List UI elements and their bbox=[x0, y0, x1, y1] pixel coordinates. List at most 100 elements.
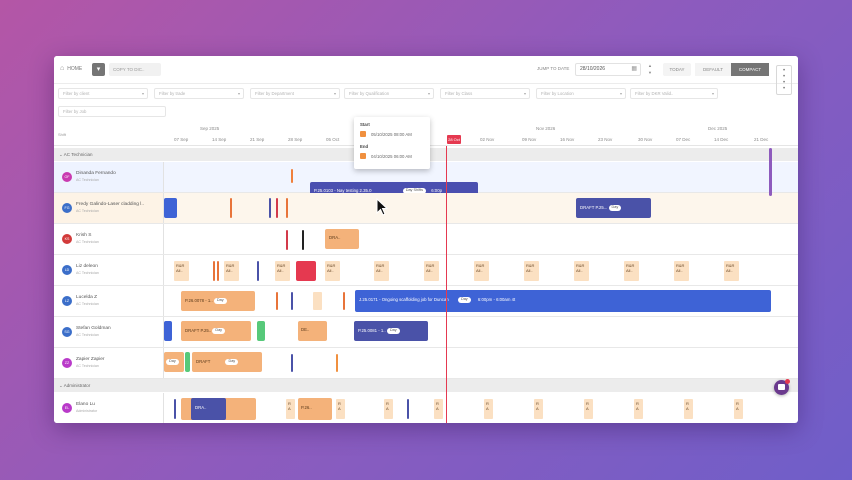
rr-chip[interactable]: R A bbox=[534, 399, 543, 419]
shift-tooltip: Start 05/10/2025 08:00 AM End 04/10/2025… bbox=[354, 117, 430, 169]
chevron-down-icon: ▾ bbox=[523, 91, 526, 96]
rr-chip[interactable]: R A bbox=[384, 399, 393, 419]
person-cell[interactable]: SG Stefan Goldman AC Technician bbox=[54, 317, 164, 347]
filter-dkr[interactable]: Filter by DKR Valid.. ▾ bbox=[630, 88, 718, 99]
group-header-admin[interactable]: ⌄ Administrator bbox=[54, 379, 798, 392]
rr-chip[interactable]: R&R All.. bbox=[224, 261, 239, 281]
draft-shift-bar[interactable]: DRAFT Day bbox=[192, 352, 262, 372]
chat-icon[interactable] bbox=[774, 379, 790, 395]
app-window: ⌂ HOME ▾ COPY TO DIC.. JUMP TO DATE 28/10… bbox=[54, 56, 798, 423]
mouse-cursor-icon bbox=[376, 198, 388, 216]
top-toolbar: ⌂ HOME ▾ COPY TO DIC.. JUMP TO DATE 28/10… bbox=[54, 56, 798, 95]
filter-department[interactable]: Filter by Department ▾ bbox=[250, 88, 340, 99]
filter-class[interactable]: Filter by Class ▾ bbox=[440, 88, 530, 99]
avatar: FG bbox=[62, 203, 72, 213]
copy-button[interactable]: COPY TO DIC.. bbox=[109, 63, 161, 76]
filter-location[interactable]: Filter by Location ▾ bbox=[536, 88, 626, 99]
rr-chip[interactable]: R&R All.. bbox=[374, 261, 389, 281]
shift-bar[interactable] bbox=[185, 352, 190, 372]
rr-chip[interactable]: R A bbox=[484, 399, 493, 419]
chevron-down-icon: ▾ bbox=[427, 91, 430, 96]
person-role: AC Technician bbox=[76, 240, 99, 244]
vertical-scrollbar[interactable] bbox=[769, 148, 772, 196]
draft-shift-bar[interactable]: DRA.. bbox=[191, 398, 226, 420]
conflict-block[interactable] bbox=[296, 261, 316, 281]
shift-marker bbox=[230, 198, 232, 218]
rr-chip[interactable]: R&R All.. bbox=[724, 261, 739, 281]
person-cell[interactable]: ZZ Zapier Zapier AC Technician bbox=[54, 348, 164, 378]
home-label: HOME bbox=[67, 65, 83, 72]
shift-bar[interactable] bbox=[257, 321, 265, 341]
person-cell[interactable]: LD Liz deleon AC Technician bbox=[54, 255, 164, 285]
avatar: EL bbox=[62, 403, 72, 413]
draft-shift-bar[interactable]: DRAFT P.25... Day bbox=[576, 198, 651, 218]
rr-chip[interactable]: R&R All.. bbox=[325, 261, 340, 281]
rr-chip[interactable]: R&R All.. bbox=[474, 261, 489, 281]
rr-chip[interactable]: R&R All.. bbox=[174, 261, 189, 281]
person-name: Dinanda Fernando bbox=[76, 171, 116, 176]
draft-shift-bar[interactable]: DRAFT P.25.. Day bbox=[181, 321, 251, 341]
person-cell[interactable]: OF Dinanda Fernando AC Technician bbox=[54, 162, 164, 192]
filter-icon: ▾ bbox=[96, 66, 101, 73]
shift-bar[interactable]: J.25.0171 - Ongoing scaffolding job for … bbox=[355, 290, 771, 312]
schedule-row: LD Liz deleon AC Technician R&R All.. R&… bbox=[54, 255, 798, 286]
day-label: 16 Nov bbox=[560, 137, 575, 142]
person-cell[interactable]: EL Elano Lu Administrator bbox=[54, 393, 164, 423]
person-name: Liz deleon bbox=[76, 264, 98, 269]
day-label: 23 Nov bbox=[598, 137, 613, 142]
shift-bar[interactable]: P.26.0078 - 1.. Day bbox=[181, 291, 255, 311]
shift-marker bbox=[286, 230, 288, 250]
person-cell[interactable]: FG Fredy Galindo-Laser cladding l.. AC T… bbox=[54, 193, 164, 223]
person-cell[interactable]: LZ Lucelda Z AC Technician bbox=[54, 286, 164, 316]
jump-date-value: 28/10/2026 bbox=[580, 66, 606, 72]
start-value: 05/10/2025 08:00 AM bbox=[371, 132, 412, 137]
shift-marker bbox=[343, 292, 345, 310]
avatar: OF bbox=[62, 172, 72, 182]
rr-chip[interactable]: R A bbox=[434, 399, 443, 419]
rr-chip[interactable]: R&R All.. bbox=[574, 261, 589, 281]
default-view-button[interactable]: DEFAULT bbox=[695, 63, 731, 76]
rr-chip[interactable]: R A bbox=[684, 399, 693, 419]
filter-client[interactable]: Filter by client ▾ bbox=[58, 88, 148, 99]
draft-shift-bar[interactable]: DRA.. bbox=[325, 229, 359, 249]
rr-chip[interactable]: R&R All.. bbox=[674, 261, 689, 281]
filter-trade[interactable]: Filter by trade ▾ bbox=[154, 88, 244, 99]
rr-chip[interactable]: R A bbox=[734, 399, 743, 419]
person-cell[interactable]: KS Krish S AC Technician bbox=[54, 224, 164, 254]
date-stepper[interactable]: ▲ ▼ bbox=[646, 62, 654, 77]
rr-chip[interactable]: R&R All.. bbox=[524, 261, 539, 281]
shift-marker bbox=[291, 169, 293, 183]
today-button[interactable]: TODAY bbox=[663, 63, 691, 76]
rr-chip[interactable]: R A bbox=[634, 399, 643, 419]
person-name: Zapier Zapier bbox=[76, 357, 105, 362]
shift-bar[interactable] bbox=[164, 198, 177, 218]
calendar-icon bbox=[360, 131, 366, 137]
shift-bar[interactable]: Day bbox=[164, 352, 184, 372]
shift-bar[interactable]: P.26.. bbox=[298, 398, 332, 420]
day-label: 30 Nov bbox=[638, 137, 653, 142]
avatar: SG bbox=[62, 327, 72, 337]
shift-bar[interactable]: P.25.0081 - 1.. Day bbox=[354, 321, 428, 341]
rr-chip[interactable]: R A bbox=[336, 399, 345, 419]
rr-chip[interactable] bbox=[313, 292, 322, 310]
shift-marker bbox=[269, 198, 271, 218]
home-button[interactable]: ⌂ HOME bbox=[60, 65, 82, 72]
rr-chip[interactable]: R A bbox=[286, 399, 295, 419]
rr-chip[interactable]: R A bbox=[584, 399, 593, 419]
jump-date-input[interactable]: 28/10/2026 ▦ bbox=[575, 63, 641, 76]
filter-qualification[interactable]: Filter by Qualification ▾ bbox=[344, 88, 434, 99]
person-name: Fredy Galindo-Laser cladding l.. bbox=[76, 202, 144, 207]
filter-toggle-button[interactable]: ▾ bbox=[92, 63, 105, 76]
draft-shift-bar[interactable]: DE.. bbox=[298, 321, 327, 341]
rr-chip[interactable]: R&R All.. bbox=[424, 261, 439, 281]
rr-chip[interactable]: R&R All.. bbox=[275, 261, 290, 281]
avatar: LD bbox=[62, 265, 72, 275]
shift-bar[interactable] bbox=[164, 321, 172, 341]
filter-job[interactable]: Filter by Job bbox=[58, 106, 166, 117]
compact-view-button[interactable]: COMPACT bbox=[731, 63, 769, 76]
schedule-row: KS Krish S AC Technician DRA.. bbox=[54, 224, 798, 255]
schedule-row: ZZ Zapier Zapier AC Technician Day DRAFT… bbox=[54, 348, 798, 379]
end-value: 04/10/2025 06:00 AM bbox=[371, 154, 412, 159]
chevron-down-icon: ▾ bbox=[333, 91, 336, 96]
rr-chip[interactable]: R&R All.. bbox=[624, 261, 639, 281]
